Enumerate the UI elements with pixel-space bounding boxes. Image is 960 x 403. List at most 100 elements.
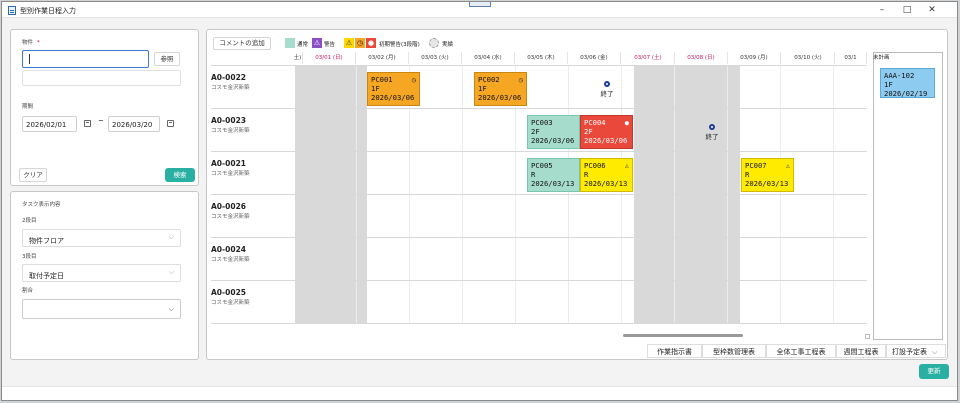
project-id: A0-0021: [211, 159, 247, 168]
chevron-down-icon: ⌵: [168, 305, 174, 313]
task-card[interactable]: PC002 1F 2026/03/06 ◷: [474, 72, 527, 106]
nav-button-row: 作業指示書 型枠数管理表 全体工事工程表 週間工程表 打設予定表 ⌵: [647, 344, 946, 360]
app-window: 型別作業日程入力 – □ ✕ 物件 * 参照 期間 2026/02/01 ~ 20…: [1, 1, 958, 401]
pouring-schedule-button[interactable]: 打設予定表 ⌵: [886, 344, 946, 358]
property-label: 物件 *: [22, 40, 40, 46]
date-header: 03/08 (日): [675, 52, 728, 64]
header-divider: [211, 65, 867, 66]
schedule-grid[interactable]: 土) 03/01 (日) 03/02 (月) 03/03 (火) 03/04 (水) 03…: [207, 30, 867, 361]
day-gridline: [833, 66, 834, 324]
date-to-input[interactable]: 2026/03/20: [108, 116, 160, 132]
finished-marker: 終了: [702, 124, 722, 141]
project-row-label: A0-0021 コスモ金沢新築: [211, 159, 293, 177]
row-divider: [211, 194, 867, 195]
finished-dot-icon: [709, 124, 715, 130]
close-button[interactable]: ✕: [925, 5, 939, 15]
day-gridline: [621, 66, 622, 324]
row2-label: 2段目: [22, 218, 37, 224]
day-gridline: [674, 66, 675, 324]
work-order-button[interactable]: 作業指示書: [647, 344, 702, 358]
merge-label: 割合: [22, 288, 34, 294]
horizontal-scrollbar[interactable]: [623, 334, 743, 337]
day-gridline: [356, 66, 357, 324]
row-divider: [211, 280, 867, 281]
task-card[interactable]: PC005 R 2026/03/13: [527, 158, 580, 192]
day-gridline: [727, 66, 728, 324]
clock-icon: ◷: [411, 76, 416, 84]
date-header: 03/06 (金): [568, 52, 621, 64]
browse-button[interactable]: 参照: [154, 52, 180, 66]
title-bar-notch: [469, 2, 491, 7]
finished-marker: 終了: [597, 81, 617, 98]
row-divider: [211, 237, 867, 238]
date-header: 03/04 (水): [462, 52, 515, 64]
project-name: コスモ金沢新築: [211, 85, 250, 91]
date-header: 03/09 (月): [728, 52, 781, 64]
row3-select[interactable]: 取付予定日 ⌵: [22, 264, 181, 282]
day-gridline: [568, 66, 569, 324]
project-id: A0-0024: [211, 245, 247, 254]
app-icon: [8, 6, 16, 15]
status-bar: [2, 386, 957, 400]
project-id: A0-0025: [211, 288, 247, 297]
row-divider: [211, 323, 867, 324]
calendar-icon[interactable]: [167, 120, 174, 127]
task-card[interactable]: PC006 R 2026/03/13 ⚠: [580, 158, 633, 192]
weekend-shade: [634, 66, 740, 324]
task-display-title: タスク表示内容: [22, 202, 61, 208]
scroll-corner: [865, 334, 870, 339]
unplanned-task-card[interactable]: AAA-102 1F 2026/02/19: [880, 68, 935, 98]
date-header: 03/05 (木): [515, 52, 568, 64]
project-name: コスモ金沢新築: [211, 214, 250, 220]
schedule-panel: コメントの追加 通常 ⚠ 警告 ⚠ ◷ ● 初期警告(3段階) 実績 土) 03/…: [206, 29, 948, 360]
day-gridline: [462, 66, 463, 324]
day-gridline: [780, 66, 781, 324]
overall-schedule-button[interactable]: 全体工事工程表: [766, 344, 836, 358]
unplanned-title: 未計画: [873, 55, 890, 61]
finished-dot-icon: [604, 81, 610, 87]
project-name: コスモ金沢新築: [211, 171, 250, 177]
date-header: 03/07 (土): [622, 52, 675, 64]
window-title: 型別作業日程入力: [20, 7, 76, 15]
project-name: コスモ金沢新築: [211, 300, 250, 306]
project-id: A0-0022: [211, 73, 247, 82]
task-card[interactable]: PC001 1F 2026/03/06 ◷: [367, 72, 420, 106]
project-row-label: A0-0024 コスモ金沢新築: [211, 245, 293, 263]
project-row-label: A0-0026 コスモ金沢新築: [211, 202, 293, 220]
warning-triangle-icon: ⚠: [785, 162, 790, 170]
task-card[interactable]: PC007 R 2026/03/13 ⚠: [741, 158, 794, 192]
chevron-down-icon: ⌵: [168, 233, 174, 241]
weekly-schedule-button[interactable]: 週間工程表: [836, 344, 886, 358]
property-input[interactable]: [22, 50, 149, 68]
formwork-management-button[interactable]: 型枠数管理表: [702, 344, 766, 358]
project-name: コスモ金沢新築: [211, 128, 250, 134]
task-card[interactable]: PC003 2F 2026/03/06: [527, 115, 580, 149]
task-card[interactable]: PC004 2F 2026/03/06 ●: [580, 115, 633, 149]
period-label: 期間: [22, 104, 34, 110]
clear-button[interactable]: クリア: [19, 168, 47, 182]
calendar-icon[interactable]: [84, 120, 91, 127]
date-header: 03/10 (火): [782, 52, 835, 64]
range-separator: ~: [98, 117, 104, 125]
row-divider: [211, 108, 867, 109]
date-header: 03/02 (月): [356, 52, 409, 64]
row-divider: [211, 151, 867, 152]
project-row-label: A0-0025 コスモ金沢新築: [211, 288, 293, 306]
project-name: コスモ金沢新築: [211, 257, 250, 263]
chevron-down-icon: ⌵: [168, 268, 174, 276]
update-button[interactable]: 更新: [919, 364, 949, 379]
merge-select[interactable]: ⌵: [22, 299, 181, 319]
date-header: 03/03 (火): [409, 52, 462, 64]
circle-icon: ●: [624, 119, 629, 127]
property-name-display: [22, 70, 181, 86]
search-button[interactable]: 検索: [165, 168, 195, 182]
date-from-input[interactable]: 2026/02/01: [22, 116, 77, 132]
date-header: 03/1: [835, 52, 867, 64]
clock-icon: ◷: [518, 76, 523, 84]
title-bar: 型別作業日程入力 – □ ✕: [2, 2, 957, 18]
row2-select[interactable]: 物件フロア ⌵: [22, 229, 181, 247]
project-id: A0-0026: [211, 202, 247, 211]
maximize-button[interactable]: □: [900, 5, 914, 15]
minimize-button[interactable]: –: [875, 5, 889, 15]
warning-triangle-icon: ⚠: [624, 162, 629, 170]
